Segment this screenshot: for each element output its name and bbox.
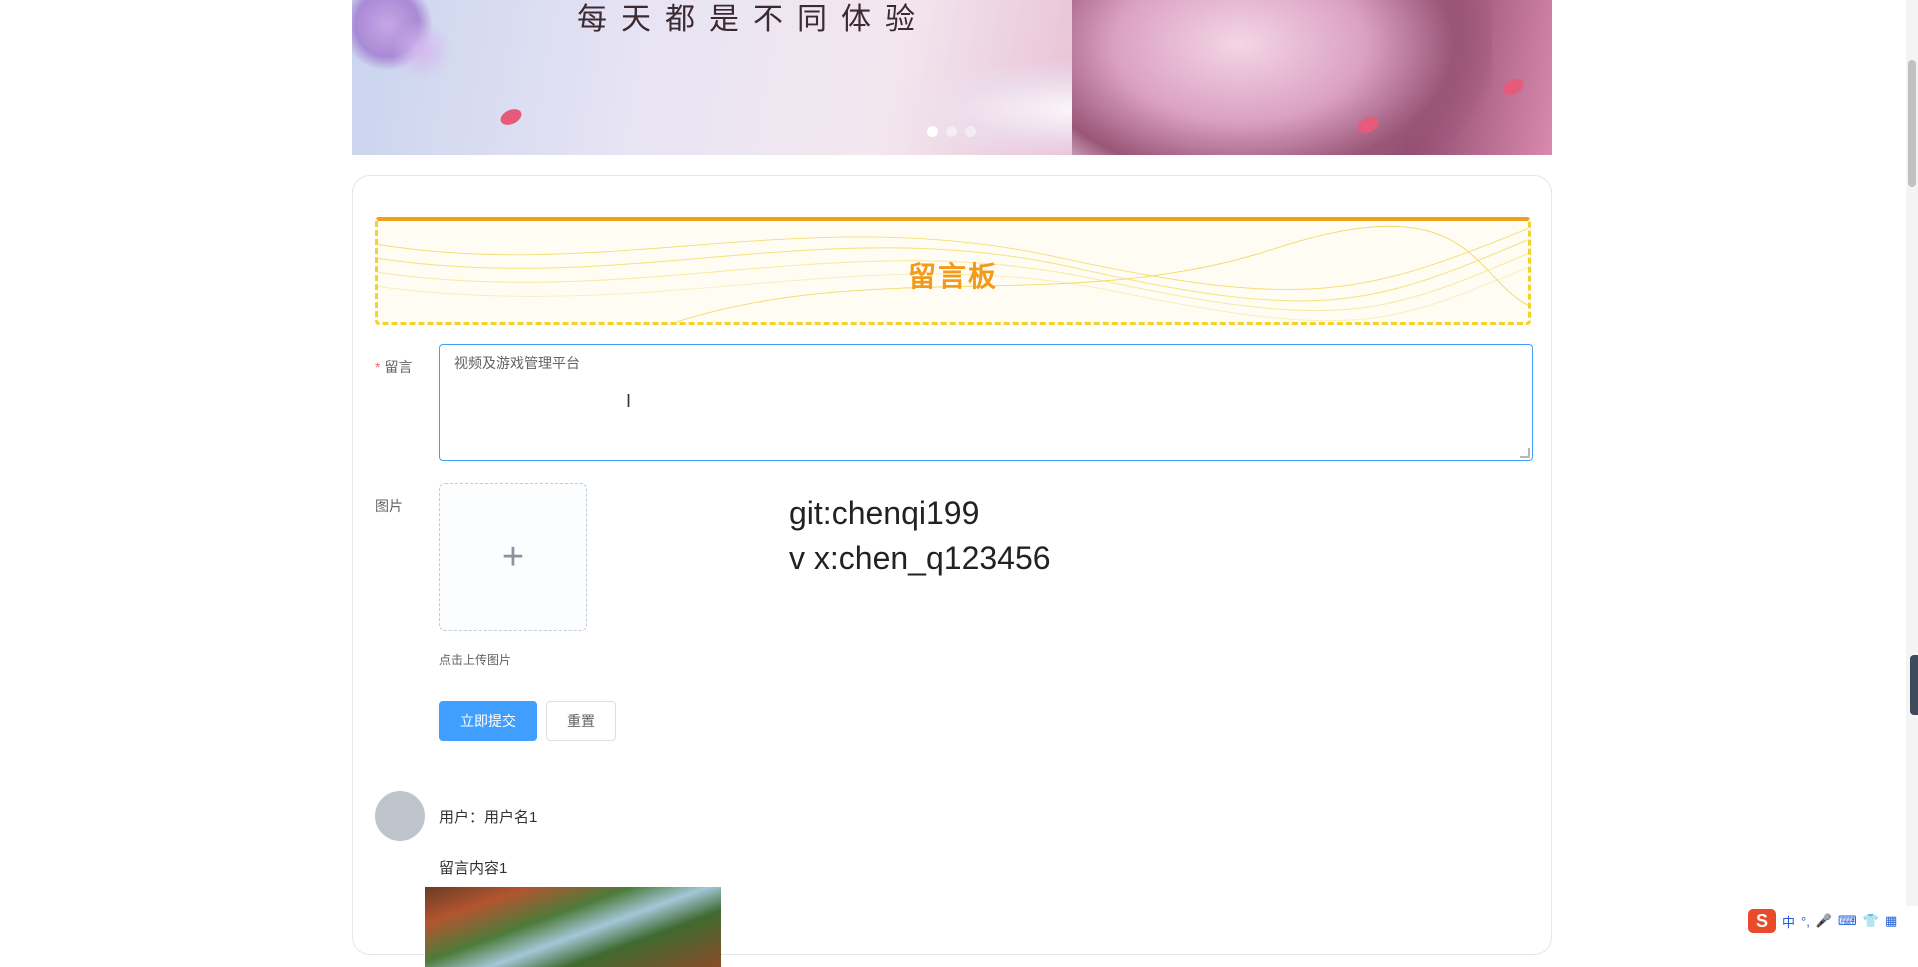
ime-toolbar: S 中 °, 🎤 ⌨ 👕 ▦	[1742, 906, 1918, 936]
grid-icon[interactable]: ▦	[1885, 913, 1897, 929]
carousel-indicators	[927, 126, 976, 137]
message-textarea-value: 视频及游戏管理平台	[454, 355, 580, 371]
text-cursor-icon: I	[626, 392, 636, 410]
carousel-dot[interactable]	[927, 126, 938, 137]
required-mark: *	[375, 359, 380, 375]
carousel-dot[interactable]	[965, 126, 976, 137]
avatar	[375, 791, 425, 841]
resize-handle-icon[interactable]	[1520, 448, 1530, 458]
message-label: *留言	[375, 357, 412, 377]
page-scrollbar[interactable]	[1906, 0, 1918, 936]
side-edge-tab[interactable]	[1910, 655, 1918, 715]
microphone-icon[interactable]: 🎤	[1816, 913, 1832, 929]
reset-button[interactable]: 重置	[546, 701, 616, 741]
comment-user: 用户：用户名1	[439, 806, 537, 827]
message-textarea[interactable]: 视频及游戏管理平台 I	[439, 344, 1533, 461]
skin-icon[interactable]: 👕	[1863, 913, 1879, 929]
carousel-dot[interactable]	[946, 126, 957, 137]
petal-decoration	[498, 106, 524, 128]
contact-watermark: git:chenqi199 v x:chen_q123456	[789, 491, 1051, 581]
watermark-line-git: git:chenqi199	[789, 491, 1051, 536]
petal-decoration	[1500, 76, 1526, 98]
plus-icon: +	[502, 538, 524, 576]
board-title: 留言板	[378, 255, 1528, 295]
banner-character-art	[1072, 0, 1492, 155]
watermark-line-vx: v x:chen_q123456	[789, 536, 1051, 581]
submit-button[interactable]: 立即提交	[439, 701, 537, 741]
comment-content: 留言内容1	[439, 857, 507, 878]
comment-image[interactable]	[425, 887, 721, 967]
image-label: 图片	[375, 496, 403, 516]
ime-logo-icon[interactable]: S	[1748, 909, 1776, 933]
scrollbar-thumb[interactable]	[1908, 60, 1916, 187]
upload-tip: 点击上传图片	[439, 651, 511, 668]
keyboard-icon[interactable]: ⌨	[1838, 913, 1857, 929]
ime-punctuation[interactable]: °,	[1801, 914, 1810, 929]
banner-carousel[interactable]: 每天都是不同体验	[352, 0, 1552, 155]
image-upload-button[interactable]: +	[439, 483, 587, 631]
blossom-decoration	[392, 20, 452, 80]
banner-slogan: 每天都是不同体验	[577, 0, 929, 38]
message-label-text: 留言	[384, 359, 412, 375]
message-board-card: 留言板 *留言 视频及游戏管理平台 I 图片 + 点击上传图片 git:chen…	[352, 175, 1552, 955]
board-title-banner: 留言板	[375, 217, 1531, 325]
ime-mode[interactable]: 中	[1782, 912, 1795, 931]
